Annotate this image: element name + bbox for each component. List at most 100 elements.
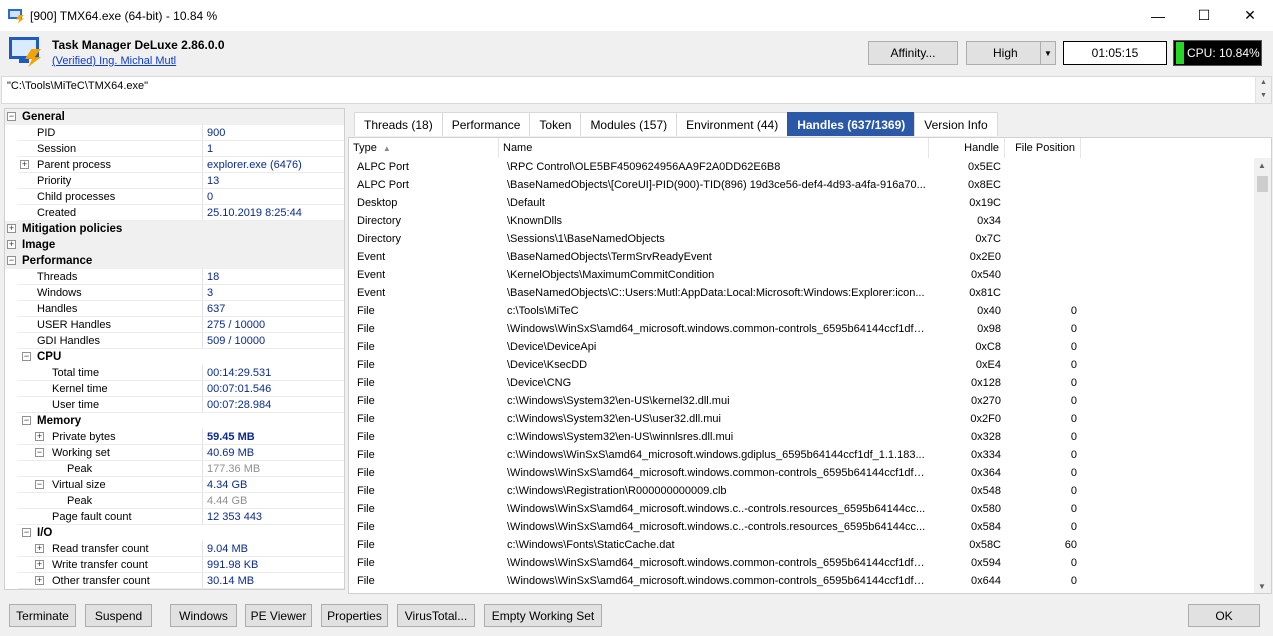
- close-button[interactable]: ✕: [1227, 0, 1273, 31]
- expand-icon[interactable]: +: [7, 240, 16, 249]
- table-row[interactable]: File \Device\KsecDD 0xE4 0: [349, 356, 1255, 374]
- table-row[interactable]: ALPC Port \RPC Control\OLE5BF4509624956AA…: [349, 158, 1255, 176]
- group-performance[interactable]: − Performance: [5, 253, 344, 269]
- collapse-icon[interactable]: −: [7, 112, 16, 121]
- prop-session[interactable]: Session 1: [5, 141, 344, 157]
- column-header-file-position[interactable]: File Position: [1005, 138, 1081, 158]
- ok-button[interactable]: OK: [1188, 604, 1260, 627]
- priority-select[interactable]: High ▼: [966, 41, 1056, 65]
- column-header-name[interactable]: Name: [499, 138, 929, 158]
- table-row[interactable]: File \Windows\WinSxS\amd64_microsoft.wind…: [349, 518, 1255, 536]
- collapse-icon[interactable]: −: [35, 448, 44, 457]
- tab-token[interactable]: Token: [529, 112, 582, 136]
- table-row[interactable]: File \Windows\WinSxS\amd64_microsoft.wind…: [349, 500, 1255, 518]
- table-row[interactable]: Event \BaseNamedObjects\TermSrvReadyEvent…: [349, 248, 1255, 266]
- suspend-button[interactable]: Suspend: [85, 604, 152, 627]
- prop-other-transfer-count[interactable]: + Other transfer count 30.14 MB: [5, 573, 344, 589]
- tab-version-info[interactable]: Version Info: [914, 112, 998, 136]
- table-row[interactable]: File \Windows\WinSxS\amd64_microsoft.wind…: [349, 464, 1255, 482]
- scroll-up-icon[interactable]: ▲: [1258, 161, 1266, 170]
- prop-threads[interactable]: Threads 18: [5, 269, 344, 285]
- prop-priority[interactable]: Priority 13: [5, 173, 344, 189]
- tab-performance[interactable]: Performance: [441, 112, 531, 136]
- prop-private-bytes[interactable]: + Private bytes 59.45 MB: [5, 429, 344, 445]
- group-mitigation-policies[interactable]: + Mitigation policies: [5, 221, 344, 237]
- table-row[interactable]: Event \KernelObjects\MaximumCommitConditi…: [349, 266, 1255, 284]
- publisher-link[interactable]: (Verified) Ing. Michal Mutl: [52, 55, 176, 67]
- scroll-down-icon[interactable]: ▼: [1258, 582, 1266, 591]
- table-row[interactable]: Event \BaseNamedObjects\C::Users:Mutl:App…: [349, 284, 1255, 302]
- table-row[interactable]: File \Windows\WinSxS\amd64_microsoft.wind…: [349, 554, 1255, 572]
- prop-working-set[interactable]: − Working set 40.69 MB: [5, 445, 344, 461]
- tab-handles[interactable]: Handles (637/1369): [787, 112, 916, 136]
- chevron-down-icon[interactable]: ▼: [1040, 42, 1055, 64]
- expand-icon[interactable]: +: [20, 160, 29, 169]
- table-row[interactable]: File \Device\DeviceApi 0xC8 0: [349, 338, 1255, 356]
- table-row[interactable]: File c:\Windows\System32\en-US\winnlsres.…: [349, 428, 1255, 446]
- prop-page-fault-count[interactable]: Page fault count 12 353 443: [5, 509, 344, 525]
- minimize-button[interactable]: —: [1135, 0, 1181, 31]
- collapse-icon[interactable]: −: [22, 352, 31, 361]
- expand-icon[interactable]: +: [35, 432, 44, 441]
- path-scrollbar[interactable]: ▲ ▼: [1255, 77, 1271, 103]
- virustotal-button[interactable]: VirusTotal...: [397, 604, 475, 627]
- tab-threads[interactable]: Threads (18): [354, 112, 443, 136]
- expand-icon[interactable]: +: [7, 224, 16, 233]
- table-row[interactable]: File c:\Windows\Registration\R00000000000…: [349, 482, 1255, 500]
- tab-modules[interactable]: Modules (157): [580, 112, 678, 136]
- scroll-down-icon[interactable]: ▼: [1260, 92, 1267, 99]
- image-path-box[interactable]: "C:\Tools\MiTeC\TMX64.exe" ▲ ▼: [1, 76, 1272, 104]
- tab-environment[interactable]: Environment (44): [676, 112, 789, 136]
- expand-icon[interactable]: +: [35, 560, 44, 569]
- table-row[interactable]: File c:\Windows\System32\en-US\user32.dll…: [349, 410, 1255, 428]
- group-cpu[interactable]: − CPU: [5, 349, 344, 365]
- prop-windows[interactable]: Windows 3: [5, 285, 344, 301]
- maximize-button[interactable]: ☐: [1181, 0, 1227, 31]
- collapse-icon[interactable]: −: [35, 480, 44, 489]
- windows-button[interactable]: Windows: [170, 604, 237, 627]
- prop-total-time[interactable]: Total time 00:14:29.531: [5, 365, 344, 381]
- table-row[interactable]: File c:\Windows\Fonts\StaticCache.dat 0x58…: [349, 536, 1255, 554]
- scroll-up-icon[interactable]: ▲: [1260, 79, 1267, 86]
- prop-virtual-size[interactable]: − Virtual size 4.34 GB: [5, 477, 344, 493]
- column-header-type[interactable]: Type ▲: [349, 138, 499, 158]
- affinity-button[interactable]: Affinity...: [868, 41, 958, 65]
- table-row[interactable]: Directory \Sessions\1\BaseNamedObjects 0x7…: [349, 230, 1255, 248]
- column-header-handle[interactable]: Handle: [929, 138, 1005, 158]
- scroll-thumb[interactable]: [1257, 176, 1268, 192]
- table-row[interactable]: Desktop \Default 0x19C: [349, 194, 1255, 212]
- table-row[interactable]: File c:\Tools\MiTeC 0x40 0: [349, 302, 1255, 320]
- prop-parent-process[interactable]: + Parent process explorer.exe (6476): [5, 157, 344, 173]
- terminate-button[interactable]: Terminate: [9, 604, 76, 627]
- prop-kernel-time[interactable]: Kernel time 00:07:01.546: [5, 381, 344, 397]
- table-row[interactable]: File \Windows\WinSxS\amd64_microsoft.wind…: [349, 320, 1255, 338]
- prop-pid[interactable]: PID 900: [5, 125, 344, 141]
- table-row[interactable]: File \Windows\WinSxS\amd64_microsoft.wind…: [349, 572, 1255, 590]
- empty-working-set-button[interactable]: Empty Working Set: [484, 604, 602, 627]
- table-row[interactable]: File c:\Windows\System32\en-US\kernel32.d…: [349, 392, 1255, 410]
- prop-working-set-peak[interactable]: Peak 177.36 MB: [5, 461, 344, 477]
- group-memory[interactable]: − Memory: [5, 413, 344, 429]
- prop-virtual-size-peak[interactable]: Peak 4.44 GB: [5, 493, 344, 509]
- collapse-icon[interactable]: −: [7, 256, 16, 265]
- prop-child-processes[interactable]: Child processes 0: [5, 189, 344, 205]
- pe-viewer-button[interactable]: PE Viewer: [245, 604, 312, 627]
- table-row[interactable]: Directory \KnownDlls 0x34: [349, 212, 1255, 230]
- prop-handles[interactable]: Handles 637: [5, 301, 344, 317]
- prop-gdi-handles[interactable]: GDI Handles 509 / 10000: [5, 333, 344, 349]
- table-row[interactable]: File \Device\CNG 0x128 0: [349, 374, 1255, 392]
- prop-write-transfer-count[interactable]: + Write transfer count 991.98 KB: [5, 557, 344, 573]
- prop-user-time[interactable]: User time 00:07:28.984: [5, 397, 344, 413]
- expand-icon[interactable]: +: [35, 576, 44, 585]
- prop-created[interactable]: Created 25.10.2019 8:25:44: [5, 205, 344, 221]
- table-scrollbar[interactable]: ▲ ▼: [1254, 158, 1271, 593]
- group-image[interactable]: + Image: [5, 237, 344, 253]
- prop-user-handles[interactable]: USER Handles 275 / 10000: [5, 317, 344, 333]
- collapse-icon[interactable]: −: [22, 416, 31, 425]
- group-io[interactable]: − I/O: [5, 525, 344, 541]
- properties-button[interactable]: Properties: [321, 604, 388, 627]
- collapse-icon[interactable]: −: [22, 528, 31, 537]
- group-general[interactable]: − General: [5, 109, 344, 125]
- table-row[interactable]: ALPC Port \BaseNamedObjects\[CoreUI]-PID(…: [349, 176, 1255, 194]
- prop-read-transfer-count[interactable]: + Read transfer count 9.04 MB: [5, 541, 344, 557]
